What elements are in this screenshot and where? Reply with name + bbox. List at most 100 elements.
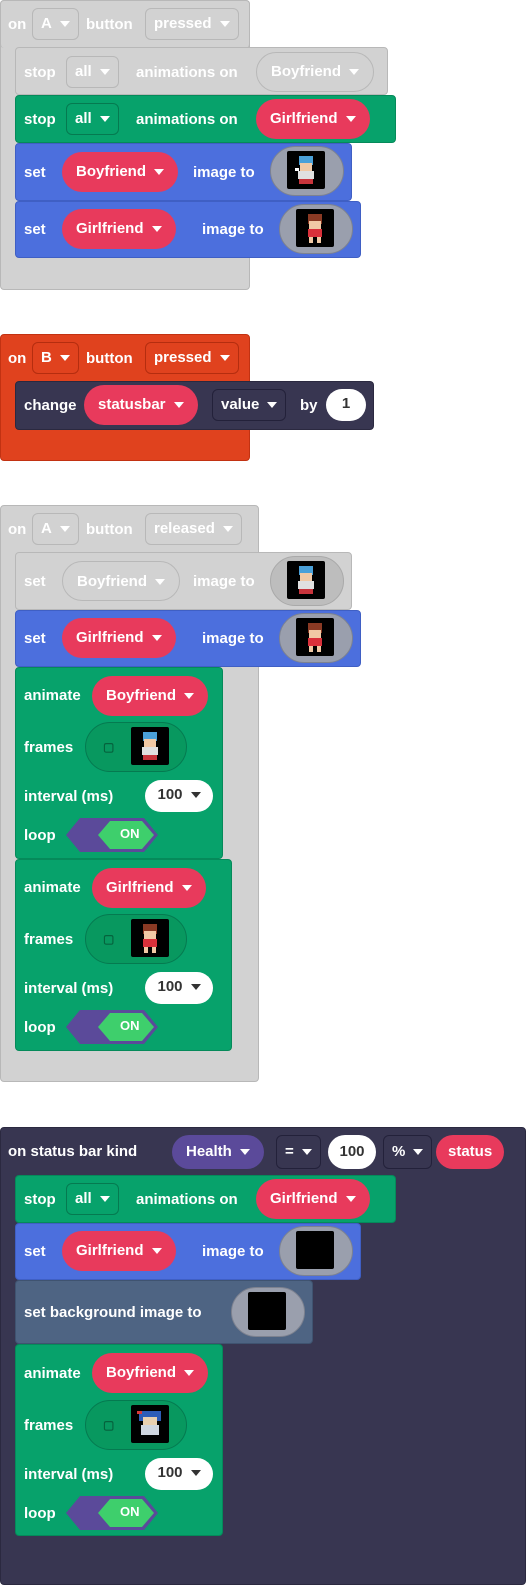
key-dropdown[interactable]: B <box>32 342 79 374</box>
frames-label: frames <box>24 931 74 948</box>
girlfriend-sprite-icon <box>296 618 334 656</box>
chevron-down-icon <box>190 984 201 991</box>
sprite-dropdown[interactable]: Boyfriend <box>92 1353 209 1393</box>
button-label: button <box>86 16 133 33</box>
animate-label: animate <box>24 879 81 896</box>
operator-dropdown[interactable]: = <box>276 1135 321 1169</box>
property-value: value <box>221 396 260 413</box>
chevron-down-icon <box>345 1196 356 1203</box>
toggle-shape <box>66 1010 158 1044</box>
state-dropdown[interactable]: released <box>145 513 242 545</box>
status-value: status <box>448 1143 493 1160</box>
on-label: on <box>8 16 27 33</box>
sprite-dropdown[interactable]: Boyfriend <box>62 152 179 192</box>
stop-label: stop <box>24 64 56 81</box>
loop-label: loop <box>24 1505 56 1522</box>
add-frame-icon: ▢ <box>103 740 115 754</box>
stop-label: stop <box>24 111 56 128</box>
key-dropdown[interactable]: A <box>32 8 79 40</box>
sprite-value: Girlfriend <box>76 220 144 237</box>
which-value: all <box>75 63 92 80</box>
state-value: released <box>154 520 215 537</box>
loop-label: loop <box>24 827 56 844</box>
chevron-down-icon <box>151 1248 162 1255</box>
chevron-down-icon <box>413 1149 424 1156</box>
on-label: on <box>8 521 27 538</box>
boyfriend-sprite-icon <box>287 561 325 599</box>
chevron-down-icon <box>239 1149 250 1156</box>
sprite-dropdown[interactable]: Girlfriend <box>92 868 206 908</box>
which-dropdown[interactable]: all <box>66 56 119 88</box>
interval-value: 100 <box>157 1464 183 1481</box>
unit-dropdown[interactable]: % <box>383 1135 433 1169</box>
sprite-value: Girlfriend <box>76 1242 144 1259</box>
chevron-down-icon <box>99 1196 110 1203</box>
sprite-dropdown[interactable]: Girlfriend <box>256 99 370 139</box>
animate-label: animate <box>24 1365 81 1382</box>
chevron-down-icon <box>184 693 195 700</box>
toggle-shape <box>66 1496 158 1530</box>
black-image-icon <box>248 1292 286 1330</box>
boyfriend-frames-icon <box>131 727 169 765</box>
black-image-icon <box>296 1231 334 1269</box>
sprite-dropdown[interactable]: Boyfriend <box>92 676 209 716</box>
which-dropdown[interactable]: all <box>66 1183 119 1215</box>
chevron-down-icon <box>349 69 360 76</box>
button-label: button <box>86 350 133 367</box>
animate-label: animate <box>24 687 81 704</box>
sprite-value: Boyfriend <box>77 573 148 590</box>
sprite-dropdown[interactable]: Girlfriend <box>256 1179 370 1219</box>
sprite-dropdown[interactable]: Girlfriend <box>62 618 176 658</box>
sprite-value: Girlfriend <box>76 629 144 646</box>
interval-dropdown[interactable]: 100 <box>145 780 213 812</box>
sprite-dropdown[interactable]: statusbar <box>84 385 198 425</box>
by-label: by <box>300 397 318 414</box>
chevron-down-icon <box>99 116 110 123</box>
status-variable[interactable]: status <box>436 1135 505 1169</box>
girlfriend-frames-icon <box>131 919 169 957</box>
key-dropdown[interactable]: A <box>32 513 79 545</box>
sprite-dropdown[interactable]: Girlfriend <box>62 209 176 249</box>
loop-toggle[interactable]: ON <box>66 818 158 852</box>
which-dropdown[interactable]: all <box>66 103 119 135</box>
add-frame-icon: ▢ <box>103 932 115 946</box>
chevron-down-icon <box>190 792 201 799</box>
set-label: set <box>24 630 46 647</box>
loop-value: ON <box>120 1504 140 1519</box>
on-label: on <box>8 350 27 367</box>
set-label: set <box>24 164 46 181</box>
property-dropdown[interactable]: value <box>212 389 287 421</box>
amount-input[interactable]: 1 <box>326 389 366 421</box>
sprite-dropdown[interactable]: Girlfriend <box>62 1231 176 1271</box>
chevron-down-icon <box>99 69 110 76</box>
add-frame-icon: ▢ <box>103 1418 115 1432</box>
interval-dropdown[interactable]: 100 <box>145 972 213 1004</box>
loop-toggle[interactable]: ON <box>66 1496 158 1530</box>
set-background-label: set background image to <box>24 1304 202 1321</box>
threshold-input[interactable]: 100 <box>328 1135 376 1169</box>
interval-dropdown[interactable]: 100 <box>145 1458 213 1490</box>
chevron-down-icon <box>59 21 70 28</box>
state-dropdown[interactable]: pressed <box>145 8 239 40</box>
interval-label: interval (ms) <box>24 788 114 805</box>
chevron-down-icon <box>173 402 184 409</box>
sprite-value: statusbar <box>98 396 166 413</box>
image-to-label: image to <box>202 221 264 238</box>
loop-label: loop <box>24 1019 56 1036</box>
kind-dropdown[interactable]: Health <box>172 1135 264 1169</box>
state-dropdown[interactable]: pressed <box>145 342 239 374</box>
sprite-dropdown[interactable]: Boyfriend <box>256 52 375 92</box>
loop-toggle[interactable]: ON <box>66 1010 158 1044</box>
animations-on-label: animations on <box>136 111 238 128</box>
chevron-down-icon <box>181 885 192 892</box>
set-label: set <box>24 1243 46 1260</box>
state-value: pressed <box>154 349 212 366</box>
animations-on-label: animations on <box>136 1191 238 1208</box>
key-value: A <box>41 15 52 32</box>
sprite-value: Boyfriend <box>271 63 342 80</box>
key-value: A <box>41 520 52 537</box>
girlfriend-sprite-icon <box>296 209 334 247</box>
sprite-dropdown[interactable]: Boyfriend <box>62 561 181 601</box>
boyfriend-sprite-icon <box>287 151 325 189</box>
chevron-down-icon <box>345 116 356 123</box>
